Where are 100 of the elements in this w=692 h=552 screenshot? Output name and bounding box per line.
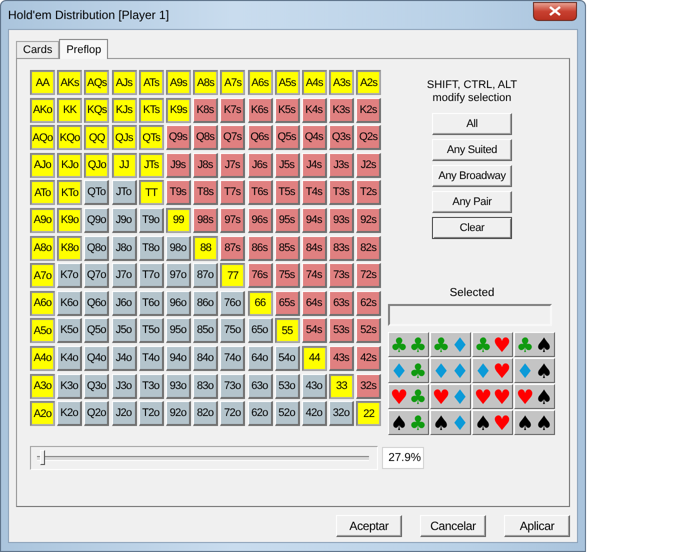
hand-cell[interactable]: Q3s xyxy=(329,125,354,150)
hand-cell[interactable]: 63o xyxy=(248,374,272,399)
hand-cell[interactable]: J4s xyxy=(302,152,327,178)
hand-cell[interactable]: J9o xyxy=(112,208,137,233)
hand-cell[interactable]: QJo xyxy=(84,152,110,178)
selection-button[interactable]: All xyxy=(432,113,512,135)
hand-cell[interactable]: Q5o xyxy=(84,318,110,344)
hand-cell[interactable]: JTs xyxy=(138,152,164,178)
hand-cell[interactable]: 87s xyxy=(220,236,246,261)
hand-cell[interactable]: 62s xyxy=(356,290,382,316)
tab[interactable]: Preflop xyxy=(59,39,108,59)
hand-cell[interactable]: K5s xyxy=(274,98,300,123)
hand-cell[interactable]: T5s xyxy=(274,180,300,206)
hand-cell[interactable]: 75o xyxy=(220,318,246,344)
hand-cell[interactable]: KJs xyxy=(112,98,137,123)
hand-cell[interactable]: 54s xyxy=(302,318,327,344)
suit-combo-button[interactable]: ♥♠ xyxy=(514,384,555,409)
hand-cell[interactable]: Q3o xyxy=(84,374,110,399)
hand-cell[interactable]: 96o xyxy=(166,290,191,316)
hand-cell[interactable]: 77 xyxy=(220,263,246,288)
hand-cell[interactable]: 83o xyxy=(193,374,218,399)
hand-cell[interactable]: K3o xyxy=(57,374,82,399)
hand-cell[interactable]: 74s xyxy=(302,263,327,288)
hand-cell[interactable]: KJo xyxy=(57,152,82,178)
hand-cell[interactable]: 44 xyxy=(302,346,327,371)
hand-cell[interactable]: A6o xyxy=(30,290,55,316)
hand-cell[interactable]: K2o xyxy=(57,401,82,426)
hand-cell[interactable]: KK xyxy=(57,98,82,123)
hand-cell[interactable]: A5s xyxy=(274,70,300,95)
hand-cell[interactable]: J2o xyxy=(112,401,137,426)
hand-cell[interactable]: A8o xyxy=(30,236,55,261)
hand-cell[interactable]: AJo xyxy=(30,152,55,178)
hand-cell[interactable]: A3s xyxy=(329,70,354,95)
hand-cell[interactable]: AJs xyxy=(112,70,137,95)
hand-cell[interactable]: J8s xyxy=(193,152,218,178)
hand-cell[interactable]: J9s xyxy=(166,152,191,178)
selection-button[interactable]: Clear xyxy=(432,217,512,239)
hand-cell[interactable]: 96s xyxy=(248,208,272,233)
hand-cell[interactable]: K6o xyxy=(57,290,82,316)
suit-combo-button[interactable]: ♣♠ xyxy=(514,332,555,357)
hand-cell[interactable]: A8s xyxy=(193,70,218,95)
hand-cell[interactable]: KTo xyxy=(57,180,82,206)
hand-cell[interactable]: 75s xyxy=(274,263,300,288)
hand-cell[interactable]: 97s xyxy=(220,208,246,233)
hand-cell[interactable]: A9s xyxy=(166,70,191,95)
hand-cell[interactable]: 84o xyxy=(193,346,218,371)
hand-cell[interactable]: QJs xyxy=(112,125,137,150)
hand-cell[interactable]: T4s xyxy=(302,180,327,206)
hand-cell[interactable]: K6s xyxy=(248,98,272,123)
hand-cell[interactable]: 82o xyxy=(193,401,218,426)
dialog-button[interactable]: Aceptar xyxy=(336,515,402,537)
hand-cell[interactable]: 52o xyxy=(274,401,300,426)
hand-cell[interactable]: 65o xyxy=(248,318,272,344)
hand-cell[interactable]: 65s xyxy=(274,290,300,316)
hand-cell[interactable]: 72s xyxy=(356,263,382,288)
hand-cell[interactable]: J2s xyxy=(356,152,382,178)
hand-cell[interactable]: 72o xyxy=(220,401,246,426)
hand-cell[interactable]: 53o xyxy=(274,374,300,399)
hand-cell[interactable]: A9o xyxy=(30,208,55,233)
hand-cell[interactable]: K2s xyxy=(356,98,382,123)
dialog-button[interactable]: Cancelar xyxy=(420,515,486,537)
hand-cell[interactable]: 42s xyxy=(356,346,382,371)
hand-cell[interactable]: J7s xyxy=(220,152,246,178)
hand-cell[interactable]: 82s xyxy=(356,236,382,261)
hand-cell[interactable]: 53s xyxy=(329,318,354,344)
hand-cell[interactable]: 88 xyxy=(193,236,218,261)
hand-cell[interactable]: K3s xyxy=(329,98,354,123)
dialog-button[interactable]: Aplicar xyxy=(504,515,570,537)
close-button[interactable] xyxy=(533,2,577,20)
hand-cell[interactable]: 32s xyxy=(356,374,382,399)
hand-cell[interactable]: Q4s xyxy=(302,125,327,150)
hand-cell[interactable]: 74o xyxy=(220,346,246,371)
hand-cell[interactable]: T8s xyxy=(193,180,218,206)
hand-cell[interactable]: KTs xyxy=(138,98,164,123)
hand-cell[interactable]: T5o xyxy=(138,318,164,344)
hand-cell[interactable]: AQs xyxy=(84,70,110,95)
hand-cell[interactable]: K9s xyxy=(166,98,191,123)
hand-cell[interactable]: J4o xyxy=(112,346,137,371)
suit-combo-button[interactable]: ♠♣ xyxy=(388,410,429,435)
hand-cell[interactable]: A2s xyxy=(356,70,382,95)
slider-thumb[interactable] xyxy=(40,450,46,464)
hand-cell[interactable]: KQo xyxy=(57,125,82,150)
hand-cell[interactable]: AKo xyxy=(30,98,55,123)
hand-cell[interactable]: K7s xyxy=(220,98,246,123)
hand-cell[interactable]: T7s xyxy=(220,180,246,206)
hand-cell[interactable]: AKs xyxy=(57,70,82,95)
hand-cell[interactable]: J8o xyxy=(112,236,137,261)
hand-cell[interactable]: 76s xyxy=(248,263,272,288)
hand-cell[interactable]: T3o xyxy=(138,374,164,399)
hand-cell[interactable]: 95o xyxy=(166,318,191,344)
suit-combo-button[interactable]: ♠♠ xyxy=(514,410,555,435)
hand-cell[interactable]: 64o xyxy=(248,346,272,371)
hand-cell[interactable]: K4s xyxy=(302,98,327,123)
hand-cell[interactable]: 62o xyxy=(248,401,272,426)
hand-cell[interactable]: 43s xyxy=(329,346,354,371)
hand-cell[interactable]: AA xyxy=(30,70,55,95)
suit-combo-button[interactable]: ♦♠ xyxy=(514,358,555,383)
selection-button[interactable]: Any Suited xyxy=(432,139,512,161)
hand-cell[interactable]: QTs xyxy=(138,125,164,150)
hand-cell[interactable]: AQo xyxy=(30,125,55,150)
